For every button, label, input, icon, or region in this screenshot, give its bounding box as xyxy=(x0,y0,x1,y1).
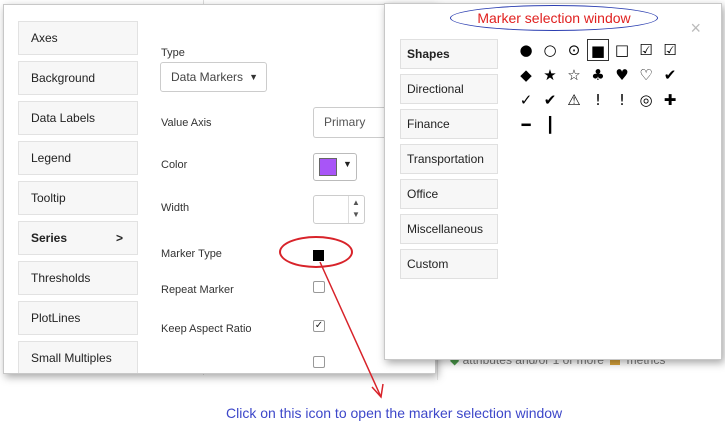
width-label: Width xyxy=(161,202,190,214)
heart-icon[interactable]: ♡ xyxy=(635,64,657,86)
dot-circle-icon[interactable]: ⊙ xyxy=(563,39,585,61)
tree-icon[interactable]: ♣ xyxy=(587,64,609,86)
category-shapes[interactable]: Shapes xyxy=(400,39,498,69)
exclamation-circle-icon[interactable]: ! xyxy=(587,89,609,111)
sidebar-item-tooltip[interactable]: Tooltip xyxy=(18,181,138,215)
check-circle-icon[interactable]: ✓ xyxy=(515,89,537,111)
sidebar-item-small-multiples[interactable]: Small Multiples xyxy=(18,341,138,373)
circle-icon[interactable]: ○ xyxy=(539,39,561,61)
color-swatch xyxy=(319,158,337,176)
filled-heart-icon[interactable]: ♥ xyxy=(611,64,633,86)
annotation-note: Click on this icon to open the marker se… xyxy=(226,405,563,421)
type-label: Type xyxy=(161,47,185,59)
category-transportation[interactable]: Transportation xyxy=(400,144,498,174)
category-directional[interactable]: Directional xyxy=(400,74,498,104)
category-office[interactable]: Office xyxy=(400,179,498,209)
stepper-up-icon[interactable]: ▲ xyxy=(352,198,360,207)
sidebar-item-background[interactable]: Background xyxy=(18,61,138,95)
square-icon[interactable]: □ xyxy=(611,39,633,61)
category-miscellaneous[interactable]: Miscellaneous xyxy=(400,214,498,244)
chevron-down-icon: ▼ xyxy=(249,72,258,82)
annotation-title: Marker selection window xyxy=(450,5,658,31)
keep-aspect-ratio-label: Keep Aspect Ratio xyxy=(161,323,252,335)
close-icon[interactable]: × xyxy=(690,18,701,39)
filled-square-icon[interactable]: ■ xyxy=(587,39,609,61)
width-stepper[interactable]: ▲ ▼ xyxy=(313,195,365,224)
keep-aspect-ratio-checkbox[interactable]: ✓ xyxy=(313,320,325,332)
star-icon[interactable]: ☆ xyxy=(563,64,585,86)
extra-checkbox[interactable] xyxy=(313,356,325,368)
category-custom[interactable]: Custom xyxy=(400,249,498,279)
series-settings-panel: Axes Background Data Labels Legend Toolt… xyxy=(3,4,436,374)
color-picker-button[interactable]: ▼ xyxy=(313,153,357,181)
check-square-icon[interactable]: ☑ xyxy=(659,39,681,61)
stepper-buttons: ▲ ▼ xyxy=(348,196,364,223)
filled-circle-icon[interactable]: ● xyxy=(515,39,537,61)
sidebar-item-axes[interactable]: Axes xyxy=(18,21,138,55)
color-label: Color xyxy=(161,159,188,171)
annotation-highlight xyxy=(279,236,353,268)
bullseye-icon[interactable]: ◎ xyxy=(635,89,657,111)
value-axis-label: Value Axis xyxy=(161,117,212,129)
diamond-icon[interactable]: ◆ xyxy=(515,64,537,86)
plus-square-icon[interactable]: ✚ xyxy=(659,89,681,111)
sidebar-item-legend[interactable]: Legend xyxy=(18,141,138,175)
repeat-marker-checkbox[interactable] xyxy=(313,281,325,293)
category-finance[interactable]: Finance xyxy=(400,109,498,139)
horizontal-line-icon[interactable]: ━ xyxy=(515,114,537,136)
exclamation-icon[interactable]: ! xyxy=(611,89,633,111)
marker-selection-window: × Shapes Directional Finance Transportat… xyxy=(384,3,722,360)
stepper-down-icon[interactable]: ▼ xyxy=(352,210,360,219)
sidebar-item-plotlines[interactable]: PlotLines xyxy=(18,301,138,335)
sidebar-item-series[interactable]: Series > xyxy=(18,221,138,255)
repeat-marker-label: Repeat Marker xyxy=(161,284,234,296)
filled-star-icon[interactable]: ★ xyxy=(539,64,561,86)
marker-type-label: Marker Type xyxy=(161,248,222,260)
type-select[interactable]: Data Markers ▼ xyxy=(160,62,267,92)
chevron-right-icon: > xyxy=(115,231,123,245)
value-axis-select[interactable]: Primary xyxy=(313,107,393,138)
check-circle-filled-icon[interactable]: ✔ xyxy=(539,89,561,111)
sidebar-item-thresholds[interactable]: Thresholds xyxy=(18,261,138,295)
check-icon[interactable]: ✔ xyxy=(659,64,681,86)
check-square-filled-icon[interactable]: ☑ xyxy=(635,39,657,61)
warning-icon[interactable]: ⚠ xyxy=(563,89,585,111)
vertical-line-icon[interactable]: ┃ xyxy=(539,114,561,136)
sidebar-item-data-labels[interactable]: Data Labels xyxy=(18,101,138,135)
chevron-down-icon: ▼ xyxy=(343,159,352,169)
